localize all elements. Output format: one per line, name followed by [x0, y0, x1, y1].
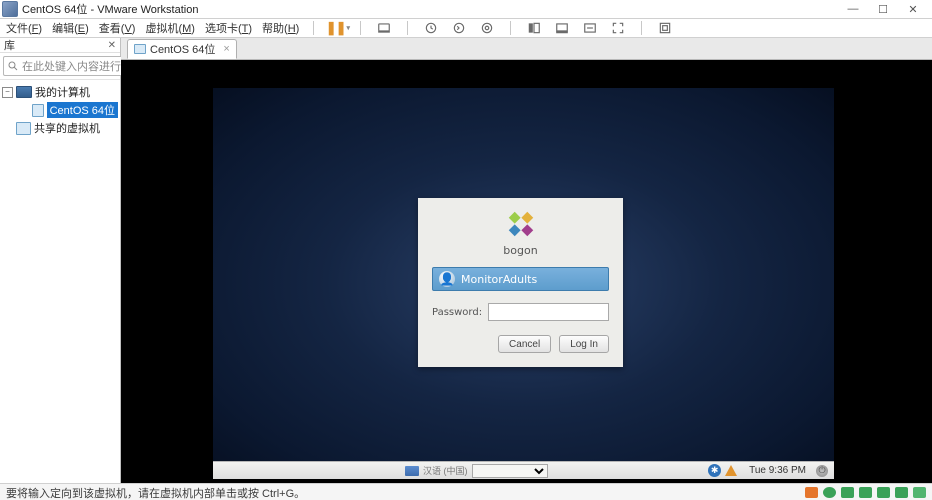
- device-status-tray: [805, 487, 926, 498]
- vm-content-area: CentOS 64位 × bogon: [121, 38, 932, 483]
- cd-status-icon[interactable]: [823, 487, 836, 498]
- library-tree: − 我的计算机 CentOS 64位 共享的虚拟机: [0, 80, 120, 140]
- close-button[interactable]: ✕: [898, 2, 928, 17]
- tab-close-icon[interactable]: ×: [223, 43, 229, 55]
- cancel-button[interactable]: Cancel: [498, 335, 551, 353]
- menubar: 文件(F) 编辑(E) 查看(V) 虚拟机(M) 选项卡(T) 帮助(H) ❚❚…: [0, 19, 932, 38]
- printer-status-icon[interactable]: [877, 487, 890, 498]
- tree-shared-vms[interactable]: 共享的虚拟机: [2, 119, 118, 137]
- sound-status-icon[interactable]: [895, 487, 908, 498]
- warning-icon[interactable]: [725, 465, 737, 476]
- input-method-icon[interactable]: [405, 466, 419, 476]
- gdm-login-dialog: bogon 👤 MonitorAdults Password: Cancel L…: [418, 198, 623, 367]
- login-button[interactable]: Log In: [559, 335, 609, 353]
- statusbar-hint: 要将输入定向到该虚拟机，请在虚拟机内部单击或按 Ctrl+G。: [6, 485, 305, 500]
- view-stretch-icon[interactable]: [581, 20, 599, 36]
- tree-shared-label: 共享的虚拟机: [34, 120, 100, 136]
- menu-edit[interactable]: 编辑(E): [52, 20, 89, 36]
- shared-vm-icon: [16, 122, 31, 135]
- snapshot-take-icon[interactable]: [422, 20, 440, 36]
- input-method-select[interactable]: [472, 464, 548, 478]
- menu-help[interactable]: 帮助(H): [262, 20, 299, 36]
- message-status-icon[interactable]: [913, 487, 926, 498]
- computer-icon: [16, 86, 32, 98]
- view-library-icon[interactable]: [525, 20, 543, 36]
- login-user-selected[interactable]: 👤 MonitorAdults: [432, 267, 609, 291]
- tree-root-my-computer[interactable]: − 我的计算机: [2, 83, 118, 101]
- view-fullscreen-icon[interactable]: [609, 20, 627, 36]
- library-close-icon[interactable]: ✕: [108, 40, 116, 51]
- view-unity-icon[interactable]: [656, 20, 674, 36]
- menu-view[interactable]: 查看(V): [99, 20, 136, 36]
- password-label: Password:: [432, 307, 482, 318]
- password-input[interactable]: [488, 303, 609, 321]
- user-avatar-icon: 👤: [439, 271, 455, 287]
- tab-centos[interactable]: CentOS 64位 ×: [127, 39, 237, 59]
- menu-vm[interactable]: 虚拟机(M): [145, 20, 195, 36]
- vmware-app-icon: [2, 1, 18, 17]
- tree-vm-centos[interactable]: CentOS 64位: [2, 101, 118, 119]
- vm-icon: [32, 104, 44, 117]
- network-status-icon[interactable]: [859, 487, 872, 498]
- library-pane: 库 ✕ 在此处键入内容进行搜… ▾ − 我的计算机 CentOS 64位: [0, 38, 121, 483]
- vm-viewport[interactable]: bogon 👤 MonitorAdults Password: Cancel L…: [121, 60, 932, 483]
- statusbar: 要将输入定向到该虚拟机，请在虚拟机内部单击或按 Ctrl+G。: [0, 483, 932, 500]
- floppy-status-icon[interactable]: [841, 487, 854, 498]
- guest-desktop[interactable]: bogon 👤 MonitorAdults Password: Cancel L…: [213, 88, 834, 479]
- snapshot-manager-icon[interactable]: [478, 20, 496, 36]
- send-ctrl-alt-del-icon[interactable]: [375, 20, 393, 36]
- gnome-bottom-panel: 汉语 (中国) ✱ Tue 9:36 PM ⏻: [213, 461, 834, 479]
- vm-suspend-button[interactable]: ❚❚▾: [328, 20, 346, 36]
- accessibility-icon[interactable]: ✱: [708, 464, 721, 477]
- tree-vm-label: CentOS 64位: [47, 102, 118, 118]
- power-icon[interactable]: ⏻: [816, 465, 828, 477]
- window-title: CentOS 64位 - VMware Workstation: [22, 1, 198, 17]
- window-titlebar: CentOS 64位 - VMware Workstation — ☐ ✕: [0, 0, 932, 19]
- panel-clock: Tue 9:36 PM: [749, 465, 806, 476]
- expand-toggle-icon[interactable]: −: [2, 87, 13, 98]
- menu-tabs[interactable]: 选项卡(T): [205, 20, 252, 36]
- library-title: 库: [4, 37, 15, 53]
- tree-root-label: 我的计算机: [35, 84, 90, 100]
- search-icon: [7, 60, 19, 72]
- tab-vm-icon: [134, 44, 146, 54]
- snapshot-revert-icon[interactable]: [450, 20, 468, 36]
- input-method-label: 汉语 (中国): [423, 464, 468, 477]
- minimize-button[interactable]: —: [838, 2, 868, 17]
- centos-logo-icon: [507, 210, 535, 238]
- view-thumbnail-icon[interactable]: [553, 20, 571, 36]
- menu-file[interactable]: 文件(F): [6, 20, 42, 36]
- login-hostname: bogon: [418, 244, 623, 257]
- hdd-status-icon[interactable]: [805, 487, 818, 498]
- login-username: MonitorAdults: [461, 273, 537, 286]
- tabstrip: CentOS 64位 ×: [121, 38, 932, 60]
- tab-label: CentOS 64位: [150, 41, 215, 57]
- maximize-button[interactable]: ☐: [868, 2, 898, 17]
